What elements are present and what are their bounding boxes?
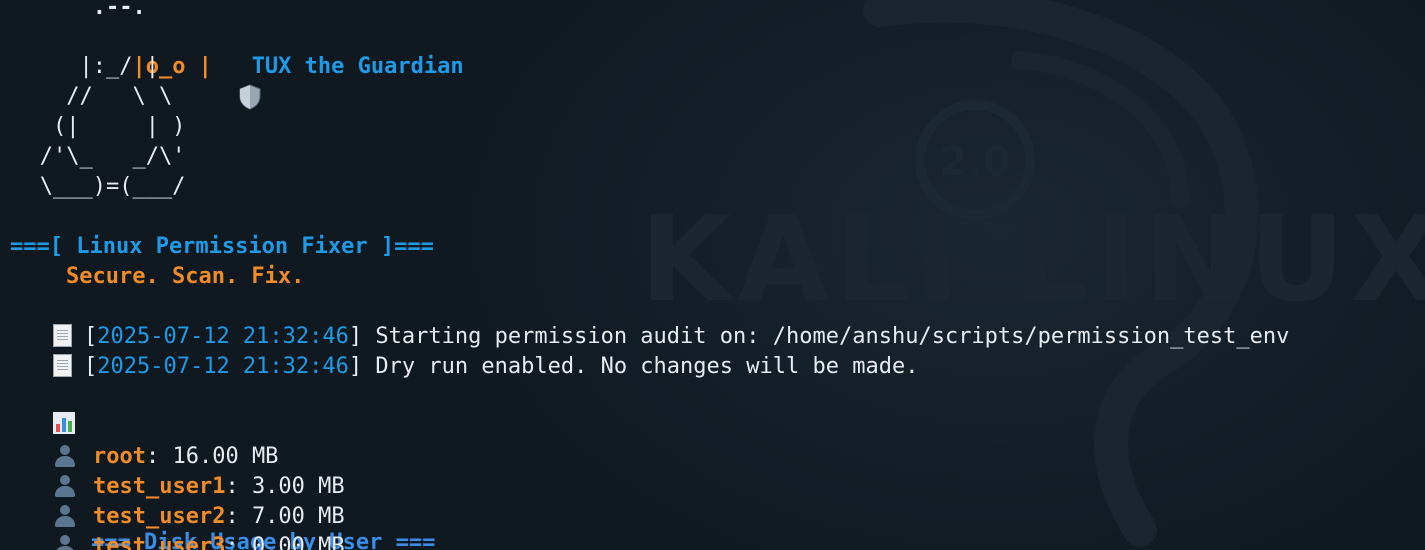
banner-title: TUX the Guardian: [251, 54, 464, 79]
user-usage-row: root: 16.00 MB: [0, 412, 278, 469]
user-usage-row: test_user3: 0.00 MB: [0, 502, 345, 550]
tux-ascii-line-6: /'\_ _/\': [0, 144, 186, 169]
log-message: Dry run enabled. No changes will be made…: [375, 354, 919, 379]
user-icon: [53, 534, 77, 550]
user-usage-row: test_user2: 7.00 MB: [0, 472, 345, 529]
log-line: [2025-07-12 21:32:46] Dry run enabled. N…: [0, 322, 918, 379]
document-icon: [52, 354, 72, 377]
shield-icon: [238, 84, 262, 116]
user-name: test_user3: [92, 534, 226, 550]
terminal-output: .--. |o_o | TUX the Guardian |:_/ | // \…: [0, 0, 1425, 550]
tux-ascii-line-4: // \ \: [0, 84, 173, 109]
tux-ascii-line-1: .--.: [0, 0, 146, 20]
user-usage-row: test_user1: 3.00 MB: [0, 442, 345, 499]
tux-ascii-line-5: (| | ): [0, 114, 186, 139]
app-header-title: ===[ Linux Permission Fixer ]===: [10, 234, 434, 259]
app-tagline: Secure. Scan. Fix.: [66, 264, 305, 289]
log-line: [2025-07-12 21:32:46] Starting permissio…: [0, 292, 1289, 349]
user-usage: 0.00 MB: [251, 534, 345, 550]
disk-usage-heading-line: === Disk Usage by User ===: [0, 382, 435, 550]
tux-ascii-line-3: |:_/ |: [0, 54, 159, 79]
log-timestamp: 2025-07-12 21:32:46: [97, 354, 349, 379]
tux-ascii-line-7: \___)=(___/: [0, 174, 186, 199]
